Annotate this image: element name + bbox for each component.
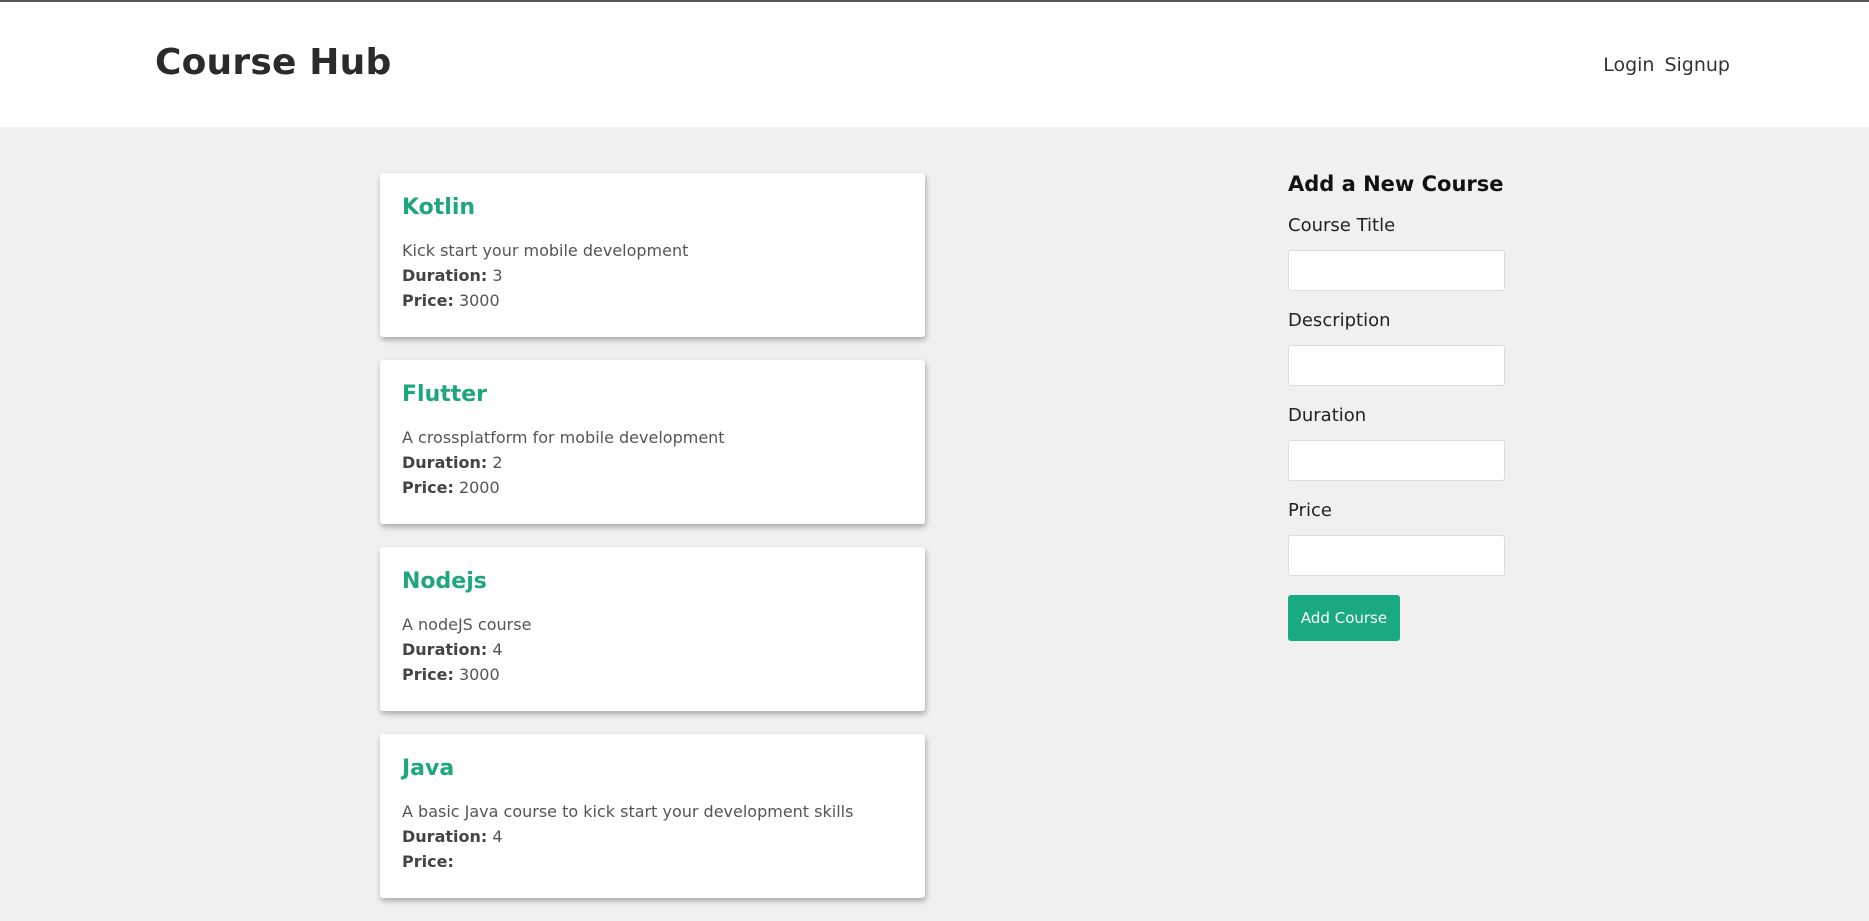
form-heading: Add a New Course bbox=[1288, 172, 1504, 196]
price-value: 3000 bbox=[458, 291, 500, 310]
course-duration: Duration: 2 bbox=[402, 450, 903, 475]
price-label: Price: bbox=[402, 665, 454, 684]
login-link[interactable]: Login bbox=[1603, 54, 1654, 76]
duration-label: Duration: bbox=[402, 453, 488, 472]
course-price: Price: 2000 bbox=[402, 475, 903, 500]
course-price: Price: 3000 bbox=[402, 288, 903, 313]
duration-input[interactable] bbox=[1288, 440, 1505, 481]
price-field: Price bbox=[1288, 500, 1588, 576]
header-nav: Login Signup bbox=[1603, 54, 1730, 76]
price-label: Price: bbox=[402, 852, 454, 871]
description-input[interactable] bbox=[1288, 345, 1505, 386]
course-duration: Duration: 4 bbox=[402, 824, 903, 849]
price-value: 3000 bbox=[458, 665, 500, 684]
add-course-form: Add a New Course Course Title Descriptio… bbox=[1288, 172, 1588, 641]
price-label: Price: bbox=[402, 478, 454, 497]
duration-label: Duration: bbox=[402, 640, 488, 659]
signup-link[interactable]: Signup bbox=[1664, 54, 1730, 76]
course-card[interactable]: Java A basic Java course to kick start y… bbox=[380, 734, 925, 898]
duration-value: 3 bbox=[492, 266, 503, 285]
site-header: Course Hub Login Signup bbox=[0, 2, 1869, 127]
course-description: A crossplatform for mobile development bbox=[402, 428, 725, 447]
duration-label: Duration: bbox=[402, 827, 488, 846]
duration-value: 2 bbox=[492, 453, 503, 472]
duration-label: Duration: bbox=[402, 266, 488, 285]
course-title-input[interactable] bbox=[1288, 250, 1505, 291]
duration-value: 4 bbox=[492, 640, 503, 659]
duration-value: 4 bbox=[492, 827, 503, 846]
price-label: Price bbox=[1288, 500, 1332, 521]
course-price: Price: bbox=[402, 849, 903, 874]
course-price: Price: 3000 bbox=[402, 662, 903, 687]
duration-label: Duration bbox=[1288, 405, 1367, 426]
course-title-field: Course Title bbox=[1288, 215, 1588, 291]
course-card[interactable]: Flutter A crossplatform for mobile devel… bbox=[380, 360, 925, 524]
course-title: Nodejs bbox=[402, 569, 487, 594]
course-title: Flutter bbox=[402, 382, 488, 407]
course-list: Kotlin Kick start your mobile developmen… bbox=[380, 173, 925, 921]
duration-field: Duration bbox=[1288, 405, 1588, 481]
course-card[interactable]: Kotlin Kick start your mobile developmen… bbox=[380, 173, 925, 337]
course-title: Kotlin bbox=[402, 195, 476, 220]
course-card[interactable]: Nodejs A nodeJS course Duration: 4 Price… bbox=[380, 547, 925, 711]
price-input[interactable] bbox=[1288, 535, 1505, 576]
course-duration: Duration: 3 bbox=[402, 263, 903, 288]
price-label: Price: bbox=[402, 291, 454, 310]
course-title: Java bbox=[402, 756, 455, 781]
site-brand[interactable]: Course Hub bbox=[155, 42, 391, 83]
course-title-label: Course Title bbox=[1288, 215, 1396, 236]
add-course-button[interactable]: Add Course bbox=[1288, 595, 1400, 641]
course-description: Kick start your mobile development bbox=[402, 241, 689, 260]
description-field: Description bbox=[1288, 310, 1588, 386]
course-description: A nodeJS course bbox=[402, 615, 532, 634]
description-label: Description bbox=[1288, 310, 1391, 331]
course-description: A basic Java course to kick start your d… bbox=[402, 802, 854, 821]
course-duration: Duration: 4 bbox=[402, 637, 903, 662]
price-value: 2000 bbox=[458, 478, 500, 497]
